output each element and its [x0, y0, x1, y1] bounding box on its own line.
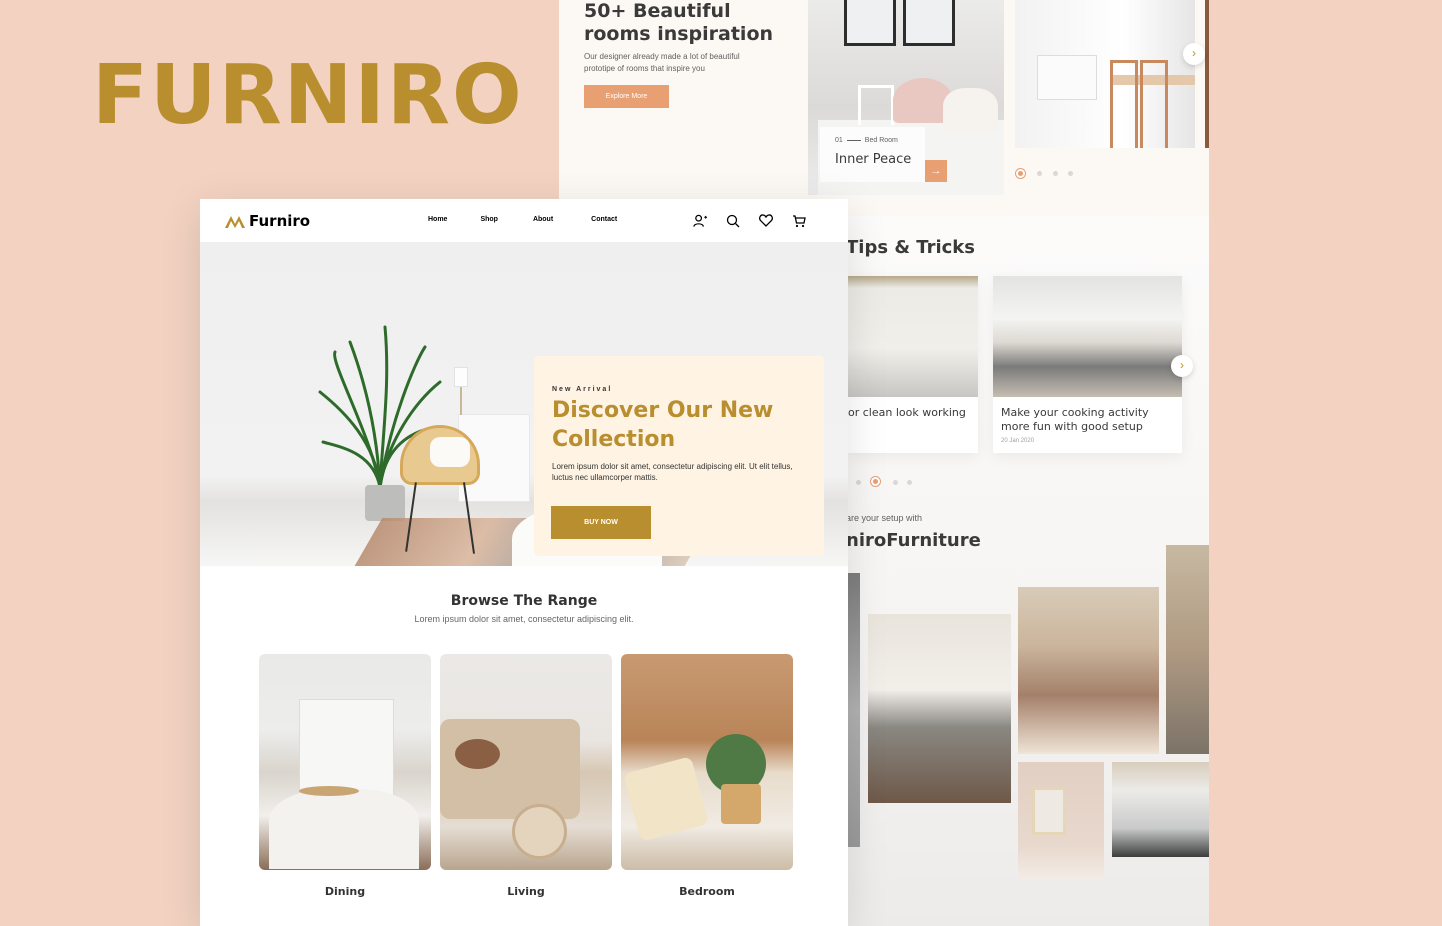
- tip-card[interactable]: or clean look working: [848, 276, 978, 453]
- gallery-photo-bedroom[interactable]: [1018, 587, 1159, 754]
- lamp-stand: [460, 387, 462, 415]
- room-number: 01 Bed Room: [835, 137, 898, 144]
- slider-dot-active[interactable]: [1015, 168, 1026, 179]
- pillow: [943, 88, 998, 133]
- promo-kicker: New Arrival: [552, 386, 613, 393]
- promo-card: New Arrival Discover Our New Collection …: [534, 356, 824, 556]
- inspiration-subtitle: Our designer already made a lot of beaut…: [584, 52, 740, 73]
- tip-title: or clean look working: [848, 406, 966, 419]
- slider-dot[interactable]: [893, 480, 898, 485]
- room-image-dining: [1015, 0, 1195, 148]
- gallery-photo-kitchen[interactable]: [1112, 762, 1209, 857]
- category-label-living[interactable]: Living: [440, 885, 612, 898]
- inspiration-title: 50+ Beautiful rooms inspiration: [584, 0, 774, 45]
- logo[interactable]: Furniro: [225, 212, 310, 230]
- gallery-photo[interactable]: [848, 573, 860, 847]
- wall-frame: [844, 0, 896, 46]
- dresser: [1037, 55, 1097, 100]
- room-card: 01 Bed Room Inner Peace: [820, 127, 925, 182]
- tips-title: Tips & Tricks: [846, 237, 975, 258]
- nav-link-contact[interactable]: Contact: [591, 216, 617, 223]
- share-subtitle: are your setup with: [846, 513, 923, 523]
- chair: [1110, 60, 1138, 148]
- heart-icon[interactable]: [759, 214, 774, 228]
- gallery-photo[interactable]: [1166, 545, 1209, 754]
- brand-heading: FURNIRO: [92, 48, 524, 143]
- navbar: Furniro Home Shop About Contact: [200, 199, 848, 242]
- slider-dot[interactable]: [1037, 171, 1042, 176]
- inspiration-section: 50+ Beautiful rooms inspiration Our desi…: [559, 0, 1209, 216]
- main-page-preview: Furniro Home Shop About Contact New Arri…: [200, 199, 848, 926]
- lamp: [454, 367, 468, 387]
- explore-more-button[interactable]: Explore More: [584, 85, 669, 108]
- category-card-bedroom[interactable]: [621, 654, 793, 870]
- chevron-right-icon[interactable]: ›: [1183, 43, 1205, 65]
- category-label-dining[interactable]: Dining: [259, 885, 431, 898]
- cart-icon[interactable]: [792, 214, 807, 228]
- slider-dot[interactable]: [907, 480, 912, 485]
- buy-now-button[interactable]: BUY NOW: [551, 506, 651, 539]
- category-card-dining[interactable]: [259, 654, 431, 870]
- tip-image: [848, 276, 978, 397]
- nav-icons: [693, 214, 807, 228]
- room-name: Inner Peace: [835, 152, 912, 167]
- slider-dot[interactable]: [1068, 171, 1073, 176]
- arrow-right-icon[interactable]: →: [925, 160, 947, 182]
- nav-link-about[interactable]: About: [533, 216, 553, 223]
- stool: [858, 85, 894, 125]
- promo-title: Discover Our New Collection: [552, 398, 774, 452]
- chevron-right-icon[interactable]: ›: [1171, 355, 1193, 377]
- wall-frame: [903, 0, 955, 46]
- search-icon[interactable]: [726, 214, 741, 228]
- slider-dot-active[interactable]: [870, 476, 881, 487]
- slider-dot[interactable]: [1053, 171, 1058, 176]
- gallery-photo-decor[interactable]: [1018, 762, 1104, 880]
- browse-subtitle: Lorem ipsum dolor sit amet, consectetur …: [414, 614, 634, 624]
- nav-link-home[interactable]: Home: [428, 216, 447, 223]
- category-card-living[interactable]: [440, 654, 612, 870]
- logo-icon: [225, 216, 245, 228]
- tip-date: 20 Jan 2020: [1001, 438, 1035, 444]
- chair: [1140, 60, 1168, 148]
- main-menu: Home Shop About Contact: [428, 216, 617, 223]
- share-title: niroFurniture: [846, 530, 981, 551]
- slider-dot[interactable]: [856, 480, 861, 485]
- plant-pot: [365, 485, 405, 521]
- gallery-photo-dining[interactable]: [868, 614, 1011, 803]
- nav-link-shop[interactable]: Shop: [480, 216, 498, 223]
- account-icon[interactable]: [693, 214, 708, 228]
- cushion: [430, 437, 470, 467]
- tip-title: Make your cooking activity more fun with…: [1001, 406, 1149, 433]
- browse-title: Browse The Range: [450, 593, 598, 609]
- tip-card[interactable]: Make your cooking activity more fun with…: [993, 276, 1182, 453]
- tip-image: [993, 276, 1182, 397]
- logo-text: Furniro: [249, 212, 311, 230]
- hero-section: New Arrival Discover Our New Collection …: [200, 242, 848, 566]
- promo-body: Lorem ipsum dolor sit amet, consectetur …: [552, 462, 793, 482]
- room-image-bedroom: 01 Bed Room Inner Peace →: [808, 0, 1004, 195]
- room-image-partial: [1205, 0, 1209, 148]
- category-label-bedroom[interactable]: Bedroom: [621, 885, 793, 898]
